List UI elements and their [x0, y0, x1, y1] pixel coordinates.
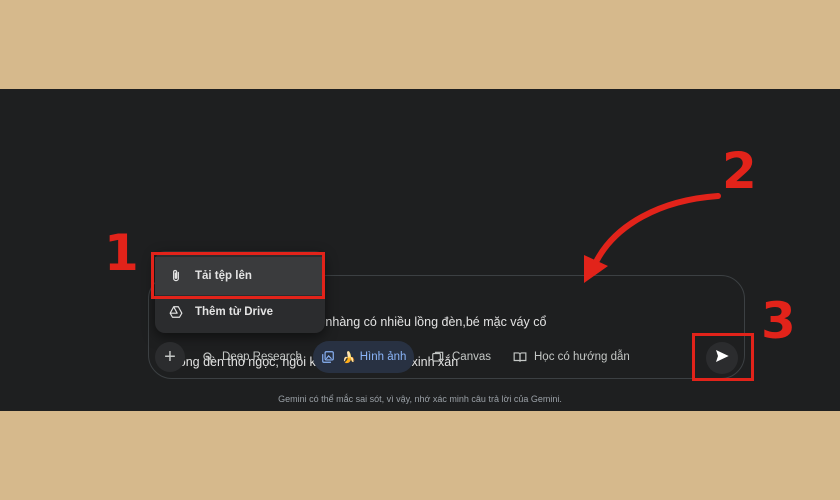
arrow-curve [593, 193, 721, 265]
curved-arrow-annotation [584, 193, 721, 283]
